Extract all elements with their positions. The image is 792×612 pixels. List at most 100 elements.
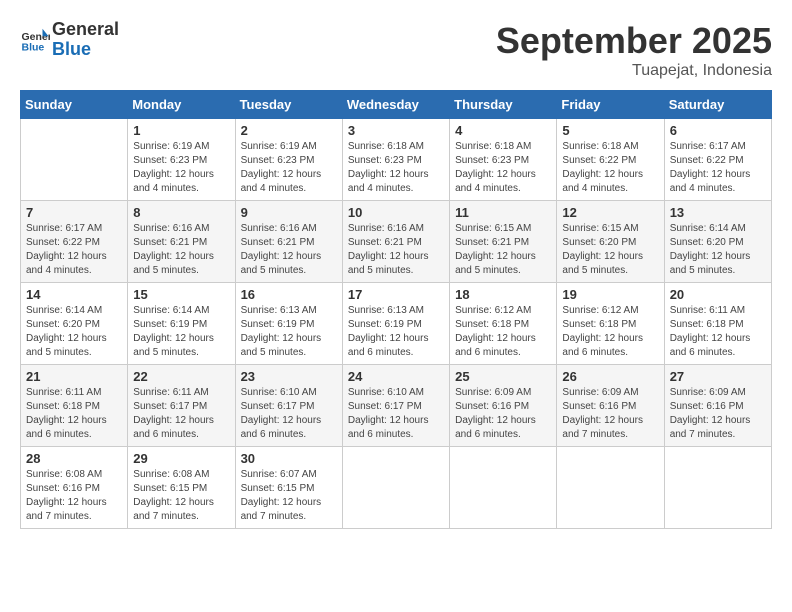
day-number: 17 xyxy=(348,287,444,302)
svg-text:Blue: Blue xyxy=(22,41,45,53)
day-number: 2 xyxy=(241,123,337,138)
calendar-cell: 8Sunrise: 6:16 AMSunset: 6:21 PMDaylight… xyxy=(128,201,235,283)
day-info: Sunrise: 6:07 AMSunset: 6:15 PMDaylight:… xyxy=(241,468,337,524)
calendar-cell: 14 Sunrise: 6:14 AMSunset: 6:20 PMDayligh… xyxy=(21,283,128,365)
day-info: Sunrise: 6:18 AMSunset: 6:23 PMDaylight:… xyxy=(455,140,551,196)
calendar-cell xyxy=(664,447,771,529)
day-number: 26 xyxy=(562,369,658,384)
day-info: Sunrise: 6:14 AMSunset: 6:20 PMDaylight:… xyxy=(26,304,122,360)
calendar-cell: 28 Sunrise: 6:08 AMSunset: 6:16 PMDayligh… xyxy=(21,447,128,529)
calendar-cell: 7Sunrise: 6:17 AMSunset: 6:22 PMDaylight… xyxy=(21,201,128,283)
calendar-cell xyxy=(21,119,128,201)
day-info: Sunrise: 6:11 AMSunset: 6:17 PMDaylight:… xyxy=(133,386,229,442)
day-info: Sunrise: 6:09 AMSunset: 6:16 PMDaylight:… xyxy=(455,386,551,442)
day-info: Sunrise: 6:10 AMSunset: 6:17 PMDaylight:… xyxy=(241,386,337,442)
calendar-cell: 24 Sunrise: 6:10 AMSunset: 6:17 PMDayligh… xyxy=(342,365,449,447)
day-number: 20 xyxy=(670,287,766,302)
day-info: Sunrise: 6:15 AMSunset: 6:20 PMDaylight:… xyxy=(562,222,658,278)
day-info: Sunrise: 6:16 AMSunset: 6:21 PMDaylight:… xyxy=(348,222,444,278)
calendar-cell: 27Sunrise: 6:09 AMSunset: 6:16 PMDayligh… xyxy=(664,365,771,447)
day-info: Sunrise: 6:15 AMSunset: 6:21 PMDaylight:… xyxy=(455,222,551,278)
day-number: 23 xyxy=(241,369,337,384)
calendar-cell: 10Sunrise: 6:16 AMSunset: 6:21 PMDayligh… xyxy=(342,201,449,283)
calendar-cell: 18 Sunrise: 6:12 AMSunset: 6:18 PMDayligh… xyxy=(450,283,557,365)
header-thursday: Thursday xyxy=(450,91,557,119)
calendar-cell: 25Sunrise: 6:09 AMSunset: 6:16 PMDayligh… xyxy=(450,365,557,447)
day-info: Sunrise: 6:08 AMSunset: 6:15 PMDaylight:… xyxy=(133,468,229,524)
header-tuesday: Tuesday xyxy=(235,91,342,119)
calendar-week-2: 14 Sunrise: 6:14 AMSunset: 6:20 PMDayligh… xyxy=(21,283,772,365)
day-info: Sunrise: 6:11 AMSunset: 6:18 PMDaylight:… xyxy=(670,304,766,360)
calendar-cell: 17 Sunrise: 6:13 AMSunset: 6:19 PMDayligh… xyxy=(342,283,449,365)
calendar-cell: 26 Sunrise: 6:09 AMSunset: 6:16 PMDayligh… xyxy=(557,365,664,447)
calendar-cell: 29 Sunrise: 6:08 AMSunset: 6:15 PMDayligh… xyxy=(128,447,235,529)
calendar-cell: 30 Sunrise: 6:07 AMSunset: 6:15 PMDayligh… xyxy=(235,447,342,529)
calendar-week-0: 1 Sunrise: 6:19 AMSunset: 6:23 PMDaylight… xyxy=(21,119,772,201)
calendar-cell xyxy=(450,447,557,529)
calendar-cell: 1Sunrise: 6:19 AMSunset: 6:23 PMDaylight… xyxy=(128,119,235,201)
month-title: September 2025 xyxy=(496,20,772,62)
day-info: Sunrise: 6:09 AMSunset: 6:16 PMDaylight:… xyxy=(562,386,658,442)
day-number: 1 xyxy=(133,123,229,138)
header-monday: Monday xyxy=(128,91,235,119)
day-number: 15 xyxy=(133,287,229,302)
calendar-cell: 20 Sunrise: 6:11 AMSunset: 6:18 PMDayligh… xyxy=(664,283,771,365)
day-number: 22 xyxy=(133,369,229,384)
calendar-week-1: 7Sunrise: 6:17 AMSunset: 6:22 PMDaylight… xyxy=(21,201,772,283)
day-number: 12 xyxy=(562,205,658,220)
day-number: 14 xyxy=(26,287,122,302)
day-info: Sunrise: 6:16 AMSunset: 6:21 PMDaylight:… xyxy=(133,222,229,278)
day-info: Sunrise: 6:17 AMSunset: 6:22 PMDaylight:… xyxy=(670,140,766,196)
calendar-cell: 16Sunrise: 6:13 AMSunset: 6:19 PMDayligh… xyxy=(235,283,342,365)
day-number: 9 xyxy=(241,205,337,220)
logo: General Blue General Blue xyxy=(20,20,119,60)
day-number: 13 xyxy=(670,205,766,220)
header-sunday: Sunday xyxy=(21,91,128,119)
logo-general: General xyxy=(52,20,119,40)
day-number: 5 xyxy=(562,123,658,138)
day-number: 18 xyxy=(455,287,551,302)
logo-blue: Blue xyxy=(52,40,119,60)
calendar-cell: 9 Sunrise: 6:16 AMSunset: 6:21 PMDaylight… xyxy=(235,201,342,283)
calendar-cell: 13 Sunrise: 6:14 AMSunset: 6:20 PMDayligh… xyxy=(664,201,771,283)
day-info: Sunrise: 6:11 AMSunset: 6:18 PMDaylight:… xyxy=(26,386,122,442)
day-info: Sunrise: 6:10 AMSunset: 6:17 PMDaylight:… xyxy=(348,386,444,442)
calendar-cell: 23 Sunrise: 6:10 AMSunset: 6:17 PMDayligh… xyxy=(235,365,342,447)
calendar-header-row: SundayMondayTuesdayWednesdayThursdayFrid… xyxy=(21,91,772,119)
day-info: Sunrise: 6:19 AMSunset: 6:23 PMDaylight:… xyxy=(241,140,337,196)
day-info: Sunrise: 6:14 AMSunset: 6:20 PMDaylight:… xyxy=(670,222,766,278)
day-info: Sunrise: 6:16 AMSunset: 6:21 PMDaylight:… xyxy=(241,222,337,278)
page-header: General Blue General Blue September 2025… xyxy=(20,20,772,80)
day-info: Sunrise: 6:13 AMSunset: 6:19 PMDaylight:… xyxy=(348,304,444,360)
day-number: 24 xyxy=(348,369,444,384)
calendar-cell: 11 Sunrise: 6:15 AMSunset: 6:21 PMDayligh… xyxy=(450,201,557,283)
calendar-cell: 3 Sunrise: 6:18 AMSunset: 6:23 PMDaylight… xyxy=(342,119,449,201)
day-info: Sunrise: 6:18 AMSunset: 6:22 PMDaylight:… xyxy=(562,140,658,196)
calendar-cell xyxy=(342,447,449,529)
header-friday: Friday xyxy=(557,91,664,119)
calendar-cell: 12 Sunrise: 6:15 AMSunset: 6:20 PMDayligh… xyxy=(557,201,664,283)
day-info: Sunrise: 6:08 AMSunset: 6:16 PMDaylight:… xyxy=(26,468,122,524)
title-block: September 2025 Tuapejat, Indonesia xyxy=(496,20,772,80)
day-number: 30 xyxy=(241,451,337,466)
calendar-cell: 21 Sunrise: 6:11 AMSunset: 6:18 PMDayligh… xyxy=(21,365,128,447)
calendar-week-3: 21 Sunrise: 6:11 AMSunset: 6:18 PMDayligh… xyxy=(21,365,772,447)
day-number: 29 xyxy=(133,451,229,466)
day-number: 21 xyxy=(26,369,122,384)
day-number: 28 xyxy=(26,451,122,466)
calendar-week-4: 28 Sunrise: 6:08 AMSunset: 6:16 PMDayligh… xyxy=(21,447,772,529)
day-info: Sunrise: 6:17 AMSunset: 6:22 PMDaylight:… xyxy=(26,222,122,278)
day-number: 11 xyxy=(455,205,551,220)
day-number: 4 xyxy=(455,123,551,138)
day-number: 27 xyxy=(670,369,766,384)
day-info: Sunrise: 6:18 AMSunset: 6:23 PMDaylight:… xyxy=(348,140,444,196)
day-number: 6 xyxy=(670,123,766,138)
day-number: 16 xyxy=(241,287,337,302)
day-number: 3 xyxy=(348,123,444,138)
calendar-cell: 5 Sunrise: 6:18 AMSunset: 6:22 PMDaylight… xyxy=(557,119,664,201)
header-saturday: Saturday xyxy=(664,91,771,119)
calendar-cell: 4 Sunrise: 6:18 AMSunset: 6:23 PMDaylight… xyxy=(450,119,557,201)
day-info: Sunrise: 6:12 AMSunset: 6:18 PMDaylight:… xyxy=(455,304,551,360)
day-info: Sunrise: 6:14 AMSunset: 6:19 PMDaylight:… xyxy=(133,304,229,360)
calendar-table: SundayMondayTuesdayWednesdayThursdayFrid… xyxy=(20,90,772,529)
